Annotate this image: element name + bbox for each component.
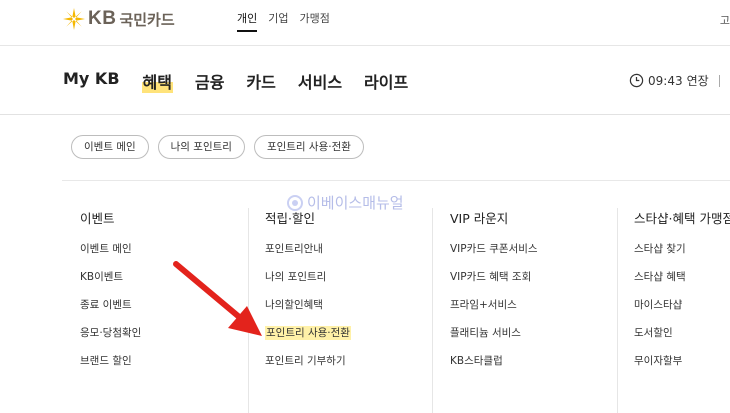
menu-item[interactable]: 마이스타샵 <box>634 297 730 325</box>
logo-kb-text: KB <box>88 8 117 29</box>
gnb-service[interactable]: 서비스 <box>298 69 342 93</box>
gnb-life[interactable]: 라이프 <box>364 69 408 93</box>
column-heading: 적립·할인 <box>265 211 315 226</box>
menu-item[interactable]: KB스타클럽 <box>450 353 615 381</box>
global-nav: My KB 혜택 금융 카드 서비스 라이프 09:43 연장 <box>0 47 730 115</box>
menu-item-pointree-use[interactable]: 포인트리 사용·전환 <box>265 325 425 353</box>
menu-item[interactable]: VIP카드 쿠폰서비스 <box>450 241 615 269</box>
menu-item[interactable]: 무이자할부 <box>634 353 730 381</box>
top-nav-business[interactable]: 기업 <box>268 10 288 32</box>
menu-column-vip: VIP 라운지 VIP카드 쿠폰서비스 VIP카드 혜택 조회 프라임+서비스 … <box>450 208 615 413</box>
extend-session-button[interactable]: 연장 <box>687 72 709 89</box>
top-nav-personal[interactable]: 개인 <box>237 10 258 32</box>
gnb-my-kb[interactable]: My KB <box>63 69 120 93</box>
logo-name-text: 국민카드 <box>119 10 175 29</box>
clock-icon <box>629 73 644 88</box>
top-nav-merchant[interactable]: 가맹점 <box>300 10 330 32</box>
menu-item[interactable]: 프라임+서비스 <box>450 297 615 325</box>
top-right-link[interactable]: 고 <box>720 12 730 28</box>
column-separator <box>617 208 618 413</box>
kb-star-icon <box>63 8 85 30</box>
quick-tabs: 이벤트 메인 나의 포인트리 포인트리 사용·전환 <box>71 135 364 159</box>
red-arrow-icon <box>173 261 262 336</box>
kb-logo[interactable]: KB 국민카드 <box>62 7 175 31</box>
pill-event-main[interactable]: 이벤트 메인 <box>71 135 149 159</box>
highlighted-label: 포인트리 사용·전환 <box>265 326 351 340</box>
top-bar: KB 국민카드 개인 기업 가맹점 고 <box>0 0 730 46</box>
pill-my-pointree[interactable]: 나의 포인트리 <box>157 135 245 159</box>
menu-item[interactable]: 포인트리안내 <box>265 241 425 269</box>
session-timer: 09:43 연장 <box>629 72 720 89</box>
divider <box>718 74 720 87</box>
menu-divider <box>62 180 730 181</box>
menu-item[interactable]: VIP카드 혜택 조회 <box>450 269 615 297</box>
menu-item[interactable]: 나의 포인트리 <box>265 269 425 297</box>
gnb-card[interactable]: 카드 <box>246 69 275 93</box>
menu-item[interactable]: 브랜드 할인 <box>80 353 240 381</box>
column-heading: 이벤트 <box>80 211 115 226</box>
column-separator <box>432 208 433 413</box>
menu-item[interactable]: 스타샵 혜택 <box>634 269 730 297</box>
menu-item[interactable]: 스타샵 찾기 <box>634 241 730 269</box>
menu-item[interactable]: 플래티늄 서비스 <box>450 325 615 353</box>
pill-pointree-use[interactable]: 포인트리 사용·전환 <box>253 135 364 159</box>
menu-column-points: 적립·할인 포인트리안내 나의 포인트리 나의할인혜택 포인트리 사용·전환 포… <box>265 208 425 413</box>
column-heading: VIP 라운지 <box>450 211 509 226</box>
gnb-benefits[interactable]: 혜택 <box>141 69 173 93</box>
menu-item[interactable]: 포인트리 기부하기 <box>265 353 425 381</box>
top-nav: 개인 기업 가맹점 <box>237 10 330 32</box>
menu-column-starshop: 스타샵·혜택 가맹점 스타샵 찾기 스타샵 혜택 마이스타샵 도서할인 무이자할… <box>634 208 730 413</box>
menu-item[interactable]: 도서할인 <box>634 325 730 353</box>
column-heading: 스타샵·혜택 가맹점 <box>634 211 730 226</box>
gnb-finance[interactable]: 금융 <box>195 69 224 93</box>
menu-item[interactable]: 나의할인혜택 <box>265 297 425 325</box>
session-time: 09:43 <box>648 73 683 88</box>
